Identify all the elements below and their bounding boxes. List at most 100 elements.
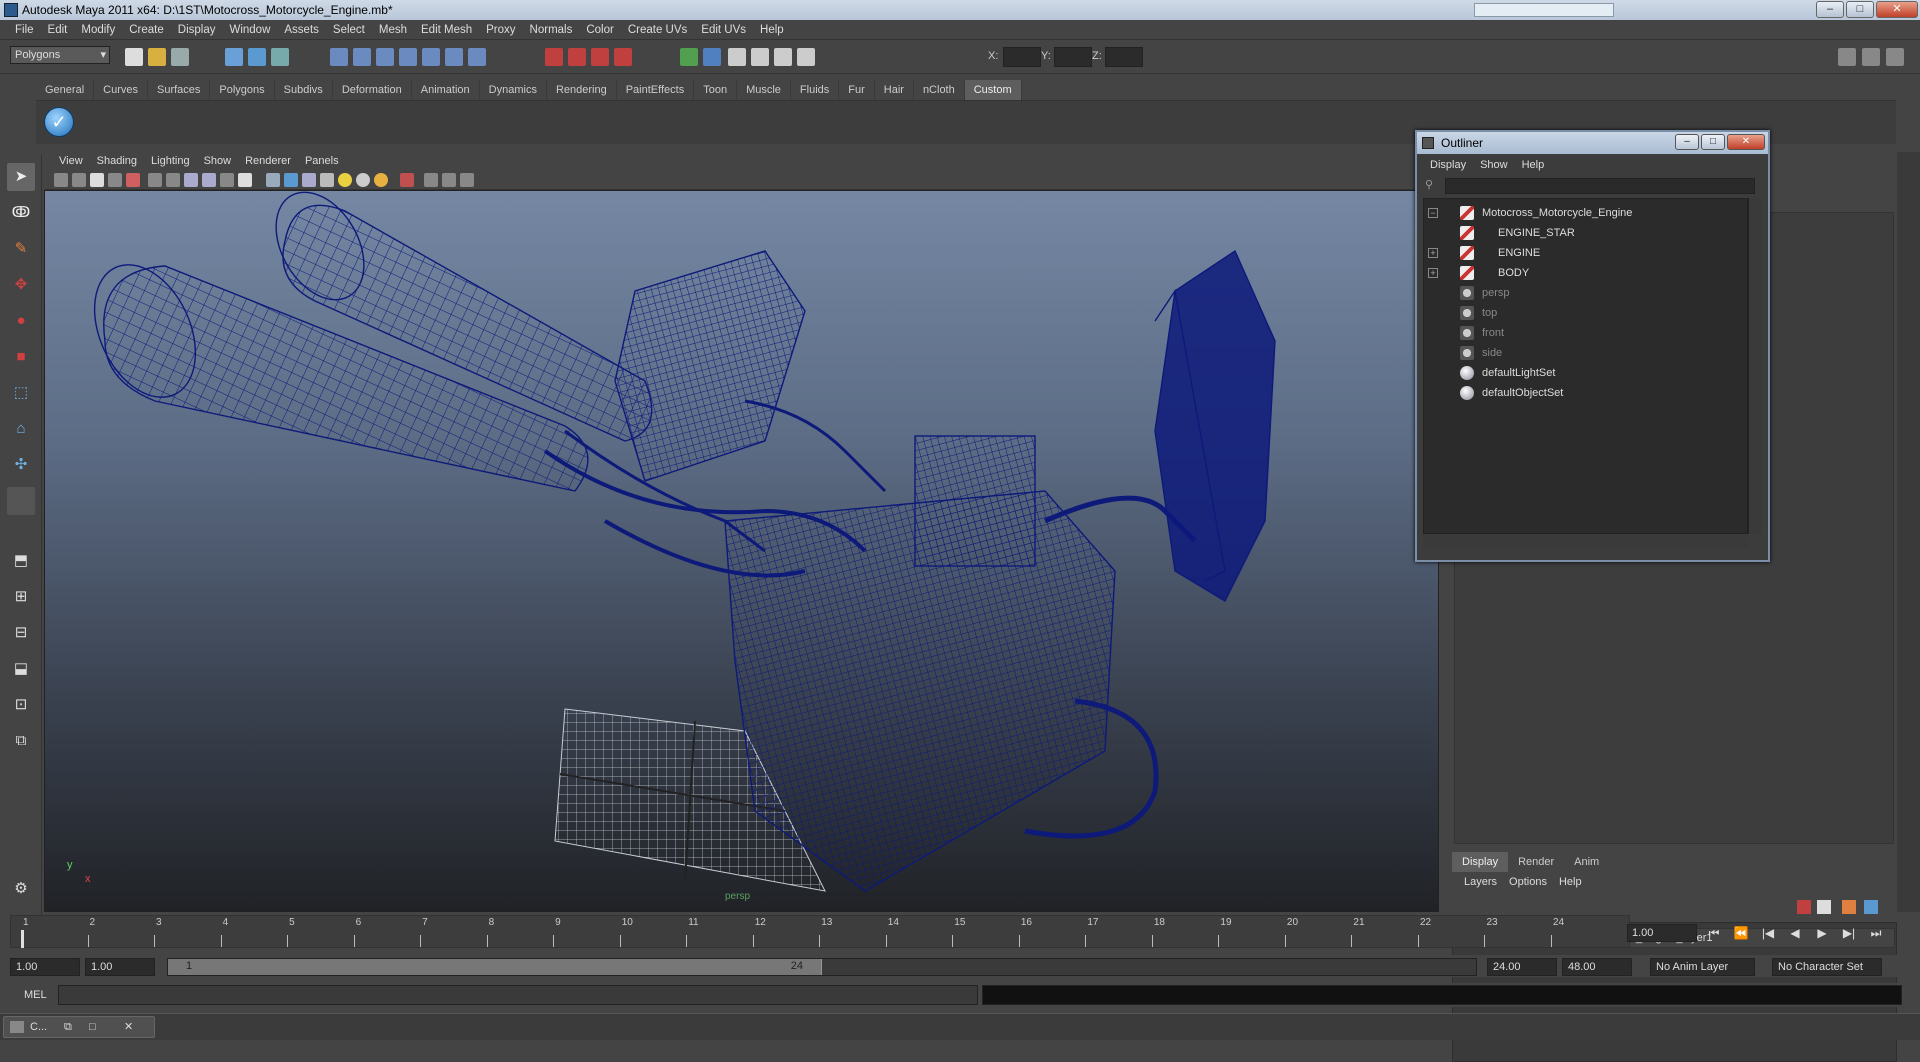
safe-action-icon[interactable] (220, 173, 234, 187)
viewport-menu-shading[interactable]: Shading (90, 155, 144, 167)
safe-title-icon[interactable] (238, 173, 252, 187)
expand-toggle-icon[interactable]: + (1428, 248, 1438, 258)
end-time-field[interactable]: 48.00 (1562, 958, 1632, 976)
render-icon[interactable] (545, 48, 563, 66)
quick-layout-icon[interactable]: ⚙ (7, 875, 35, 903)
save-scene-icon[interactable] (171, 48, 189, 66)
close-icon[interactable]: ✕ (124, 1017, 133, 1037)
select-tool-icon[interactable]: ➤ (7, 163, 35, 191)
xray-joints-icon[interactable] (442, 173, 456, 187)
shelf-tab-rendering[interactable]: Rendering (547, 80, 617, 100)
outliner-vertical-scrollbar[interactable] (1748, 198, 1762, 534)
new-scene-icon[interactable] (125, 48, 143, 66)
minimize-button[interactable]: – (1816, 1, 1844, 18)
playback-end-field[interactable]: 24.00 (1487, 958, 1557, 976)
field-chart-icon[interactable] (202, 173, 216, 187)
layer-tab-display[interactable]: Display (1452, 852, 1509, 872)
menu-set-select[interactable]: Polygons ▾ (10, 46, 110, 64)
soft-mod-icon[interactable]: ⌂ (7, 415, 35, 443)
outliner-item[interactable]: front (1424, 323, 1744, 343)
command-input[interactable] (58, 985, 978, 1005)
layer-menu-options[interactable]: Options (1503, 876, 1553, 888)
snap-curve-icon[interactable] (353, 48, 371, 66)
menu-create[interactable]: Create (122, 24, 171, 36)
start-time-field[interactable]: 1.00 (10, 958, 80, 976)
shelf-tab-general[interactable]: General (36, 80, 95, 100)
outliner-item[interactable]: persp (1424, 283, 1744, 303)
persp-outliner-layout-icon[interactable]: ⊟ (7, 619, 35, 647)
share-icon[interactable] (460, 173, 474, 187)
menu-select[interactable]: Select (326, 24, 372, 36)
show-tool-settings-icon[interactable] (751, 48, 769, 66)
film-gate-icon[interactable] (148, 173, 162, 187)
high-quality-icon[interactable] (374, 173, 388, 187)
move-tool-icon[interactable]: ✥ (7, 271, 35, 299)
menu-edit[interactable]: Edit (41, 24, 75, 36)
textured-icon[interactable] (320, 173, 334, 187)
viewport-menu-panels[interactable]: Panels (298, 155, 346, 167)
x-coord-field[interactable] (1003, 47, 1041, 67)
history-icon[interactable] (445, 48, 463, 66)
perspective-viewport[interactable]: y x persp (44, 190, 1439, 912)
anim-layer-select[interactable]: No Anim Layer (1650, 958, 1755, 976)
new-layer-icon[interactable] (1797, 900, 1811, 914)
shelf-tab-surfaces[interactable]: Surfaces (148, 80, 211, 100)
xray-icon[interactable] (424, 173, 438, 187)
menu-help[interactable]: Help (753, 24, 791, 36)
camera-attributes-icon[interactable] (72, 173, 86, 187)
wireframe-icon[interactable] (266, 173, 280, 187)
outliner-item[interactable]: + ENGINE (1424, 243, 1744, 263)
shelf-tab-animation[interactable]: Animation (412, 80, 480, 100)
snap-point-icon[interactable] (376, 48, 394, 66)
custom-shelf-check-icon[interactable]: ✓ (44, 107, 74, 137)
outliner-maximize-button[interactable]: □ (1701, 134, 1725, 150)
layer-add-icon[interactable] (1864, 900, 1878, 914)
command-language-label[interactable]: MEL (24, 989, 47, 1001)
menu-assets[interactable]: Assets (277, 24, 326, 36)
go-to-start-icon[interactable]: ⏮ (1704, 924, 1724, 942)
show-manip-icon[interactable]: ✣ (7, 451, 35, 479)
outliner-search-input[interactable] (1445, 178, 1755, 194)
shelf-tab-toon[interactable]: Toon (694, 80, 738, 100)
shelf-tab-polygons[interactable]: Polygons (210, 80, 275, 100)
maximize-button[interactable]: □ (1846, 1, 1874, 18)
outliner-title-bar[interactable]: Outliner – □ ✕ (1417, 132, 1768, 154)
single-perspective-layout-icon[interactable]: ⬒ (7, 547, 35, 575)
input-output-icon[interactable] (680, 48, 698, 66)
shelf-tab-muscle[interactable]: Muscle (737, 80, 791, 100)
outliner-item[interactable]: defaultLightSet (1424, 363, 1744, 383)
select-component-icon[interactable] (271, 48, 289, 66)
minimized-window-item[interactable]: C... ⧉ □ ✕ (3, 1016, 155, 1038)
show-channel-box-icon[interactable] (774, 48, 792, 66)
smooth-shade-icon[interactable] (284, 173, 298, 187)
play-backward-icon[interactable]: ◀ (1785, 924, 1805, 942)
step-back-key-icon[interactable]: ⏪ (1731, 924, 1751, 942)
expand-toggle-icon[interactable]: − (1428, 208, 1438, 218)
layer-menu-layers[interactable]: Layers (1458, 876, 1503, 888)
select-object-icon[interactable] (248, 48, 266, 66)
menu-display[interactable]: Display (171, 24, 223, 36)
menu-normals[interactable]: Normals (523, 24, 580, 36)
universal-manip-icon[interactable]: ⬚ (7, 379, 35, 407)
outliner-item[interactable]: defaultObjectSet (1424, 383, 1744, 403)
menu-modify[interactable]: Modify (74, 24, 122, 36)
outliner-item[interactable]: side (1424, 343, 1744, 363)
viewport-menu-show[interactable]: Show (197, 155, 239, 167)
viewport-menu-view[interactable]: View (52, 155, 90, 167)
shelf-tab-curves[interactable]: Curves (94, 80, 148, 100)
resolution-gate-icon[interactable] (166, 173, 180, 187)
range-slider[interactable]: 1 24 (167, 958, 1477, 976)
play-forward-icon[interactable]: ▶ (1812, 924, 1832, 942)
current-time-marker[interactable] (21, 930, 24, 948)
shelf-tab-custom[interactable]: Custom (964, 80, 1022, 100)
viewport-menu-renderer[interactable]: Renderer (238, 155, 298, 167)
toggle-sidebar-icon[interactable] (1838, 48, 1856, 66)
hypershade-icon[interactable] (614, 48, 632, 66)
menu-edit-uvs[interactable]: Edit UVs (694, 24, 753, 36)
persp-graph-layout-icon[interactable]: ⬓ (7, 655, 35, 683)
help-icon[interactable] (468, 48, 486, 66)
outliner-window[interactable]: Outliner – □ ✕ Display Show Help ⚲ − Motocr… (1415, 130, 1770, 562)
y-coord-field[interactable] (1054, 47, 1092, 67)
character-set-select[interactable]: No Character Set (1772, 958, 1882, 976)
construction-history-icon[interactable] (703, 48, 721, 66)
